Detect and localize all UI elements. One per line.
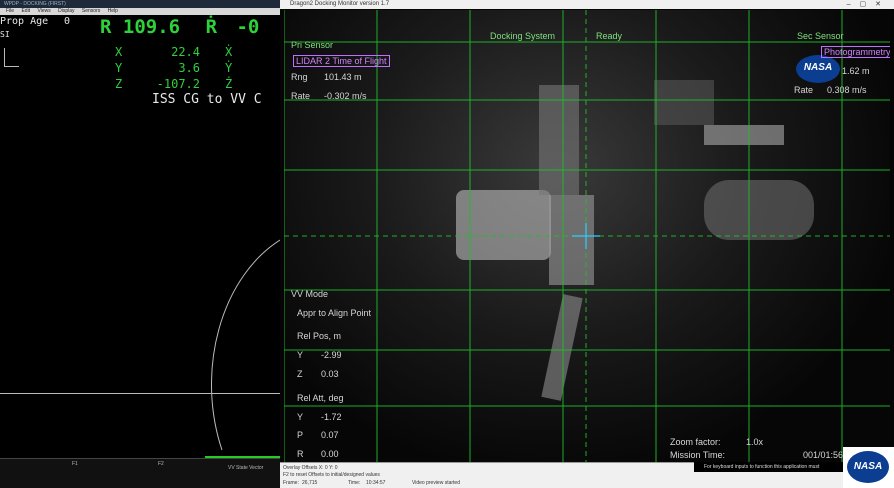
f2-key-label[interactable]: F2 <box>158 461 164 467</box>
sec-sensor-label: Sec Sensor <box>797 31 844 41</box>
xdot-label: Ẋ <box>225 45 233 59</box>
rel-pos-y-axis: Y <box>297 350 304 360</box>
time-label: Time: <box>348 480 361 486</box>
zdot-label: Ż <box>225 77 233 91</box>
prop-age-value: 0 <box>64 16 71 27</box>
menu-file[interactable]: File <box>6 8 14 14</box>
sec-sensor-mode[interactable]: Photogrammetry <box>821 46 890 58</box>
rel-att-label: Rel Att, deg <box>297 393 344 403</box>
keyboard-hint-text: For keyboard inputs to function this app… <box>704 464 820 470</box>
rel-att-p-value: 0.07 <box>321 430 339 440</box>
video-status: Video preview started <box>412 480 460 486</box>
y-value: 3.6 <box>178 61 200 75</box>
rel-pos-label: Rel Pos, m <box>297 331 342 341</box>
nasa-logo-text: NASA <box>803 62 833 73</box>
rel-att-p-axis: P <box>297 430 304 440</box>
window-controls[interactable]: –▢✕ <box>847 0 890 9</box>
si-label: SI <box>0 30 10 39</box>
nasa-corner-logo: NASA <box>843 447 894 488</box>
x-label: X <box>115 45 123 59</box>
alignment-grid <box>284 10 890 462</box>
r-label: R <box>100 16 112 38</box>
left-function-bar <box>0 458 280 488</box>
rel-att-r-value: 0.00 <box>321 449 339 459</box>
camera-feed: NASA Pri Sensor Docking System Ready Sec… <box>284 10 890 462</box>
rdot-value: -0 <box>236 16 260 38</box>
r-value: 109.6 <box>122 16 181 38</box>
sec-rate-value: 0.308 m/s <box>827 85 867 95</box>
rel-pos-z-value: 0.03 <box>321 369 339 379</box>
docking-status-ready: Ready <box>596 31 623 41</box>
menu-sensors[interactable]: Sensors <box>82 8 100 14</box>
pri-sensor-mode[interactable]: LIDAR 2 Time of Flight <box>293 55 390 67</box>
vv-state-vector-tab[interactable]: VV State Vector <box>228 465 263 471</box>
overlay-offsets: Overlay Offsets X: 0 Y: 0 <box>283 465 338 471</box>
nasa-meatball-icon: NASA <box>847 451 889 483</box>
sec-rng-value: 1.62 m <box>842 66 870 76</box>
zoom-factor-value: 1.0x <box>746 437 764 447</box>
y-label: Y <box>115 61 123 75</box>
time-value: 10:34:57 <box>366 480 386 486</box>
mission-time-value: 001/01:56 <box>803 450 844 460</box>
pri-rng-label: Rng <box>291 72 308 82</box>
nasa-corner-text: NASA <box>853 461 883 472</box>
pri-sensor-label: Pri Sensor <box>291 40 334 50</box>
vv-mode-label: VV Mode <box>291 289 329 299</box>
pri-rate-label: Rate <box>291 91 311 101</box>
rel-att-r-axis: R <box>297 449 304 459</box>
docking-monitor-window: Dragon2 Docking Monitor version 1.7 –▢✕ <box>280 0 894 488</box>
menu-display[interactable]: Display <box>58 8 74 14</box>
rel-pos-y-value: -2.99 <box>321 350 342 360</box>
rdot-label: Ṙ <box>205 16 218 38</box>
frame-label: Frame: <box>283 480 299 486</box>
reset-offsets-hint: F2 to reset Offsets to initial/designed … <box>283 472 380 478</box>
left-menubar: File Edit Views Display Sensors Help <box>0 8 280 15</box>
rel-att-y-value: -1.72 <box>321 412 342 422</box>
zoom-factor-label: Zoom factor: <box>670 437 721 447</box>
range-readout: R 109.6 Ṙ -0 <box>100 16 259 38</box>
mission-time-label: Mission Time: <box>670 450 726 460</box>
pri-rng-value: 101.43 m <box>324 72 362 82</box>
docking-system-label: Docking System <box>490 31 556 41</box>
menu-help[interactable]: Help <box>108 8 118 14</box>
axis-triad-icon <box>4 48 19 67</box>
menu-edit[interactable]: Edit <box>21 8 30 14</box>
sec-rate-label: Rate <box>794 85 814 95</box>
docking-monitor-titlebar: Dragon2 Docking Monitor version 1.7 –▢✕ <box>280 0 894 9</box>
docking-monitor-title: Dragon2 Docking Monitor version 1.7 <box>290 1 390 7</box>
prop-age-label: Prop Age <box>0 16 49 27</box>
trajectory-display-window: WPDP - DOCKING (FIRST) File Edit Views D… <box>0 0 280 488</box>
vv-mode-value: Appr to Align Point <box>297 308 372 318</box>
rel-att-y-axis: Y <box>297 412 304 422</box>
x-value: 22.4 <box>171 45 200 59</box>
plot-horizon-line <box>0 393 280 394</box>
frame-value: 26,715 <box>302 480 318 486</box>
approach-arc-plot <box>211 239 280 451</box>
pri-rate-value: -0.302 m/s <box>324 91 367 101</box>
rel-pos-z-axis: Z <box>297 369 303 379</box>
f1-key-label[interactable]: F1 <box>72 461 78 467</box>
z-value: -107.2 <box>156 77 200 91</box>
frame-reference-label: ISS CG to VV C <box>152 92 262 107</box>
z-label: Z <box>115 77 123 91</box>
menu-views[interactable]: Views <box>37 8 50 14</box>
approach-arc <box>211 239 280 451</box>
left-window-titlebar: WPDP - DOCKING (FIRST) <box>0 0 280 8</box>
nasa-logo: NASA <box>796 55 840 83</box>
ydot-label: Ẏ <box>225 61 233 75</box>
